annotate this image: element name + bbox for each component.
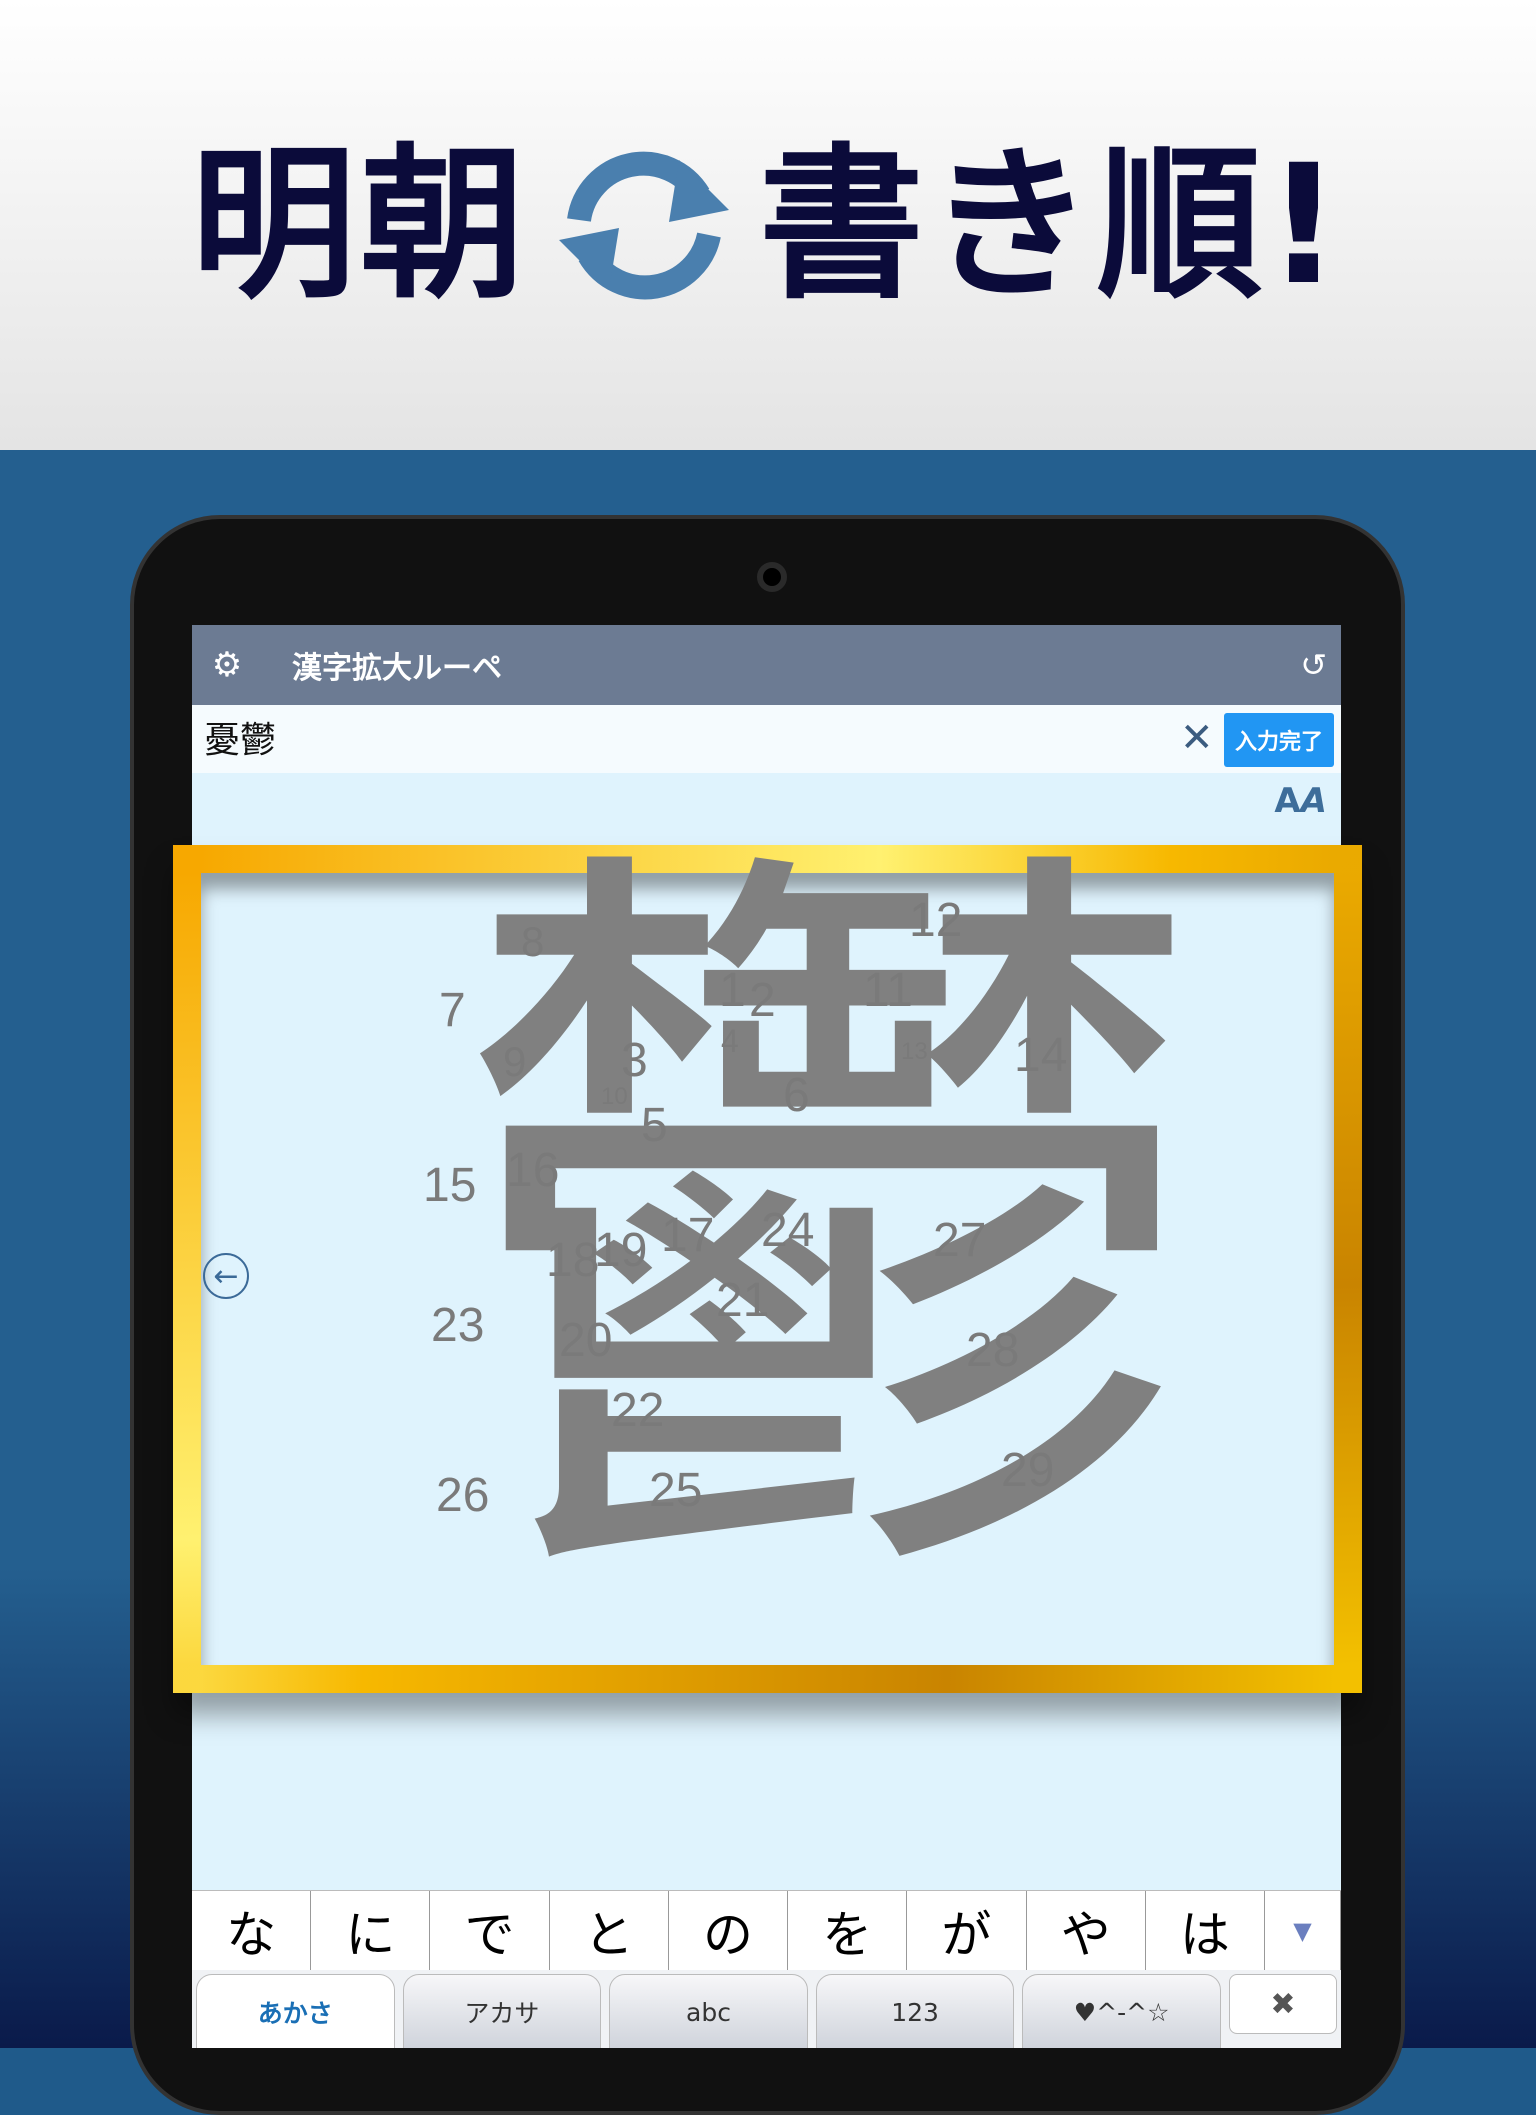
kanji-input[interactable]: 憂鬱 bbox=[204, 711, 276, 763]
stroke-number: 4 bbox=[721, 1023, 739, 1059]
stroke-number: 29 bbox=[1001, 1444, 1055, 1497]
tab-emoticons[interactable]: ♥^-^☆ bbox=[1022, 1974, 1221, 2048]
close-x-icon[interactable]: ✖ bbox=[1228, 1974, 1337, 2034]
stroke-number: 25 bbox=[649, 1464, 703, 1517]
stroke-number: 28 bbox=[966, 1324, 1020, 1377]
stroke-number: 10 bbox=[601, 1083, 628, 1110]
triangle-down-icon[interactable]: ▼ bbox=[1264, 1891, 1341, 1970]
font-style-icon[interactable]: AA bbox=[1274, 781, 1327, 821]
stroke-number: 14 bbox=[1014, 1029, 1068, 1082]
tab-alphabet[interactable]: abc bbox=[609, 1974, 808, 2048]
stroke-number: 20 bbox=[559, 1314, 613, 1367]
stroke-number: 24 bbox=[761, 1204, 815, 1257]
app-bar: ⚙ 漢字拡大ルーペ ↺ bbox=[192, 625, 1341, 705]
stroke-number: 18 bbox=[546, 1234, 600, 1287]
stroke-number: 5 bbox=[641, 1099, 668, 1152]
stroke-number: 15 bbox=[423, 1159, 477, 1212]
kanji-canvas: 鬱 1 2 3 4 5 6 7 8 9 10 11 12 13 14 15 16… bbox=[201, 853, 1334, 1665]
suggestion[interactable]: で bbox=[430, 1891, 550, 1970]
stroke-number: 26 bbox=[436, 1469, 490, 1522]
stroke-number: 16 bbox=[506, 1144, 560, 1197]
stroke-number: 1 bbox=[719, 964, 746, 1017]
stroke-number: 21 bbox=[716, 1274, 770, 1327]
stroke-number: 3 bbox=[621, 1034, 648, 1087]
tab-katakana[interactable]: アカサ bbox=[402, 1974, 602, 2048]
suggestion[interactable]: に bbox=[311, 1891, 431, 1970]
suggestion[interactable]: を bbox=[788, 1891, 908, 1970]
stroke-number: 6 bbox=[783, 1069, 810, 1122]
app-title: 漢字拡大ルーペ bbox=[292, 651, 502, 686]
close-icon[interactable]: ✕ bbox=[1180, 715, 1214, 761]
suggestion[interactable]: が bbox=[907, 1891, 1027, 1970]
stroke-number: 12 bbox=[909, 894, 963, 947]
tab-hiragana[interactable]: あかさ bbox=[196, 1974, 395, 2048]
suggestion[interactable]: と bbox=[549, 1891, 669, 1970]
keyboard-tabs: あかさ アカサ abc 123 ♥^-^☆ ✖ bbox=[192, 1970, 1341, 2048]
refresh-cycle-icon bbox=[558, 151, 729, 300]
suggestion[interactable]: や bbox=[1026, 1891, 1146, 1970]
history-icon[interactable]: ↺ bbox=[1300, 646, 1327, 684]
stroke-number: 9 bbox=[503, 1038, 527, 1085]
stroke-number: 27 bbox=[933, 1214, 987, 1267]
stroke-number: 23 bbox=[431, 1299, 485, 1352]
arrow-left-circle-icon[interactable]: ← bbox=[203, 1253, 249, 1299]
camera bbox=[757, 562, 787, 592]
gear-icon[interactable]: ⚙ bbox=[197, 645, 257, 685]
hero-left-text: 明朝 bbox=[190, 128, 529, 321]
stroke-number: 17 bbox=[661, 1209, 715, 1262]
stroke-number: 7 bbox=[439, 984, 466, 1037]
stroke-number: 2 bbox=[749, 974, 776, 1027]
suggestion[interactable]: の bbox=[668, 1891, 789, 1970]
tab-numbers[interactable]: 123 bbox=[815, 1974, 1015, 2048]
kanji-display-frame: 鬱 1 2 3 4 5 6 7 8 9 10 11 12 13 14 15 16… bbox=[173, 845, 1362, 1693]
stroke-number: 19 bbox=[594, 1224, 648, 1277]
keyboard: な に で と の を が や は ▼ あかさ アカサ abc 123 ♥^-^… bbox=[192, 1890, 1341, 2048]
stroke-number: 8 bbox=[521, 918, 545, 965]
suggestion[interactable]: は bbox=[1145, 1891, 1265, 1970]
stroke-number: 22 bbox=[611, 1384, 665, 1437]
done-button[interactable]: 入力完了 bbox=[1224, 713, 1334, 767]
suggestion[interactable]: な bbox=[192, 1891, 312, 1970]
suggestion-row: な に で と の を が や は ▼ bbox=[192, 1890, 1341, 1970]
hero-banner: 明朝 書き順! bbox=[0, 0, 1536, 450]
input-row: 憂鬱 ✕ 入力完了 bbox=[192, 705, 1341, 773]
stroke-number: 11 bbox=[863, 964, 913, 1017]
hero-right-text: 書き順! bbox=[758, 128, 1346, 321]
stroke-number: 13 bbox=[901, 1038, 928, 1065]
